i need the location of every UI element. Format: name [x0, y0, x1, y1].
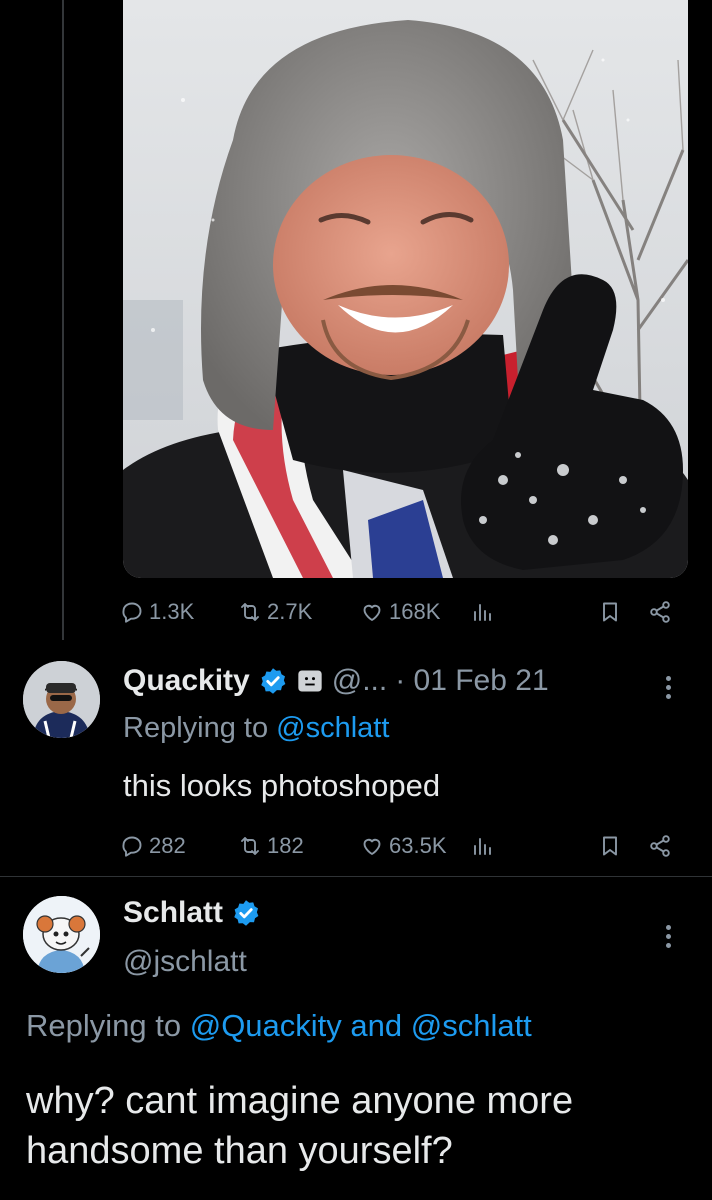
- tweet-text: why? cant imagine anyone more handsome t…: [26, 1080, 574, 1172]
- more-options-icon[interactable]: [666, 921, 674, 952]
- reply-icon: [122, 602, 142, 623]
- reply-count: 282: [149, 833, 186, 858]
- share-button[interactable]: [648, 826, 672, 866]
- timestamp[interactable]: · 01 Feb 21: [395, 664, 548, 698]
- bookmark-button[interactable]: [598, 592, 622, 632]
- retweet-icon: [241, 603, 259, 621]
- retweet-count: 182: [267, 833, 304, 858]
- retweet-icon: [241, 837, 259, 855]
- reply-button[interactable]: 282: [120, 826, 186, 866]
- quackity-avatar[interactable]: [23, 661, 100, 738]
- thread-connector-line: [62, 0, 64, 640]
- avatar-image: [23, 896, 100, 973]
- automated-label-icon: [298, 670, 322, 692]
- share-icon: [650, 601, 670, 623]
- display-name[interactable]: Quackity: [123, 664, 250, 698]
- tweet-text: this looks photoshoped: [123, 768, 441, 803]
- views-icon: [474, 838, 491, 855]
- bookmark-button[interactable]: [598, 826, 622, 866]
- like-count: 168K: [389, 599, 441, 624]
- replying-handle-link[interactable]: @schlatt: [276, 712, 389, 744]
- views-button[interactable]: [470, 592, 494, 632]
- like-button[interactable]: 168K: [360, 592, 440, 632]
- bookmark-icon: [603, 602, 617, 622]
- schlatt-avatar[interactable]: [23, 896, 100, 973]
- verified-badge-icon: [234, 900, 259, 926]
- reply-count: 1.3K: [149, 599, 195, 624]
- handle[interactable]: @jschlatt: [123, 945, 247, 979]
- tweet-photo[interactable]: [123, 0, 688, 578]
- reply-button[interactable]: 1.3K: [120, 592, 194, 632]
- tweet2-action-bar: 282 182 63.5K: [120, 826, 680, 866]
- like-count: 63.5K: [389, 833, 447, 858]
- tweet1-action-bar: 1.3K 2.7K 168K: [120, 592, 680, 632]
- verified-badge-icon: [260, 668, 286, 694]
- avatar-image: [23, 661, 100, 738]
- replying-prefix: Replying to: [123, 712, 269, 744]
- replying-to-line: Replying to @schlatt: [123, 712, 389, 745]
- bookmark-icon: [603, 836, 617, 856]
- more-options-icon[interactable]: [666, 672, 674, 703]
- views-icon: [474, 604, 491, 621]
- retweet-count: 2.7K: [267, 599, 313, 624]
- reply-icon: [122, 836, 142, 857]
- like-button[interactable]: 63.5K: [360, 826, 447, 866]
- photo-image: [123, 0, 688, 578]
- divider: [0, 876, 712, 877]
- display-name[interactable]: Schlatt: [123, 896, 223, 930]
- share-button[interactable]: [648, 592, 672, 632]
- replying-handles-link[interactable]: @Quackity and @schlatt: [190, 1008, 532, 1043]
- handle[interactable]: @...: [332, 664, 387, 698]
- heart-icon: [363, 838, 381, 855]
- replying-to-line: Replying to @Quackity and @schlatt: [26, 1008, 532, 1044]
- share-icon: [650, 835, 670, 857]
- schlatt-name-row: Schlatt: [123, 896, 261, 930]
- heart-icon: [363, 604, 381, 621]
- replying-prefix: Replying to: [26, 1008, 182, 1043]
- retweet-button[interactable]: 182: [238, 826, 304, 866]
- views-button[interactable]: [470, 826, 494, 866]
- quackity-name-row: Quackity @... · 01 Feb 21: [123, 664, 549, 698]
- retweet-button[interactable]: 2.7K: [238, 592, 312, 632]
